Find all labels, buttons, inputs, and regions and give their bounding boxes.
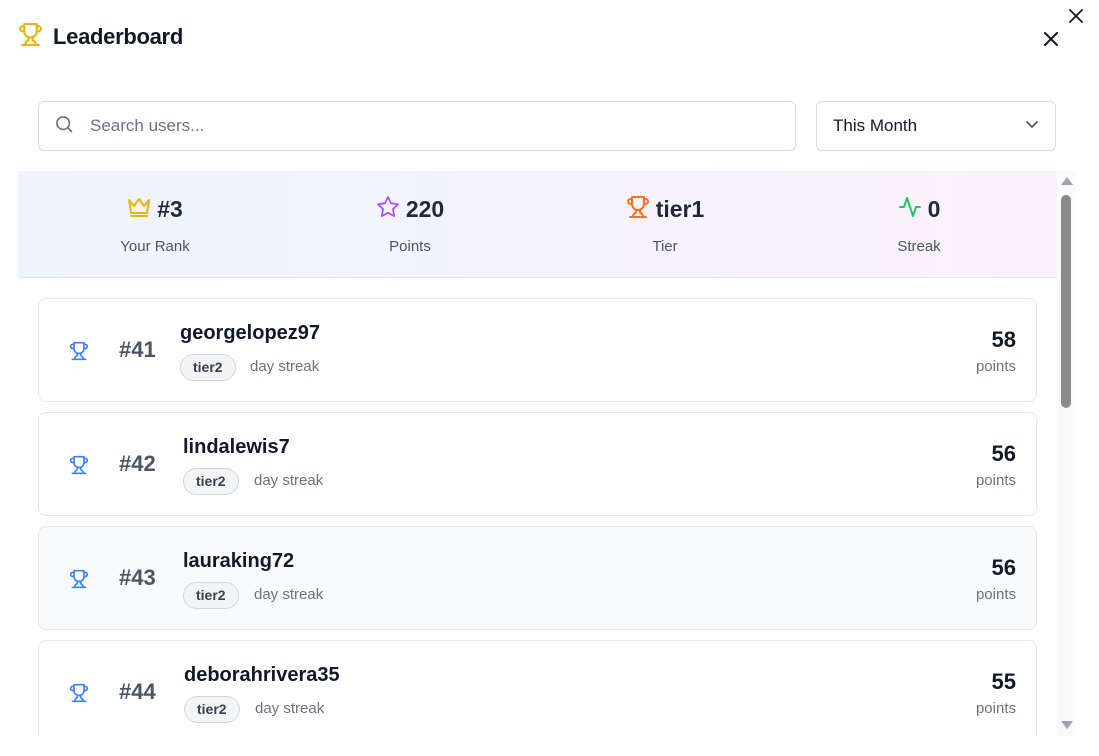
list-item[interactable]: #41 georgelopez97 tier2 day streak 58 po…	[38, 298, 1037, 402]
points-label: points	[975, 358, 1016, 375]
search-icon	[54, 114, 74, 139]
stat-streak: 0 Streak	[819, 171, 1019, 278]
stat-points-label: Points	[389, 238, 431, 255]
activity-icon	[898, 195, 922, 224]
period-select-value: This Month	[833, 116, 918, 135]
trophy-icon	[626, 195, 650, 224]
points-value: 55	[991, 669, 1016, 694]
period-select[interactable]: This Month	[816, 101, 1056, 151]
stat-rank-value: #3	[157, 196, 183, 222]
username: lindalewis7	[183, 436, 290, 458]
list-item[interactable]: #42 lindalewis7 tier2 day streak 56 poin…	[38, 412, 1037, 516]
rank-number: #41	[119, 337, 156, 362]
trophy-icon	[69, 682, 89, 704]
trophy-icon	[69, 340, 89, 362]
stat-tier: tier1 Tier	[565, 171, 765, 278]
streak-text: day streak	[255, 700, 325, 717]
rank-number: #44	[119, 679, 156, 704]
stat-tier-label: Tier	[652, 238, 678, 255]
trophy-icon	[69, 568, 89, 590]
tier-badge: tier2	[183, 582, 239, 609]
page-title: Leaderboard	[53, 24, 183, 49]
trophy-icon	[18, 22, 43, 52]
search-input[interactable]	[90, 116, 750, 136]
list-item[interactable]: #43 lauraking72 tier2 day streak 56 poin…	[38, 526, 1037, 630]
username: lauraking72	[183, 550, 295, 572]
points-label: points	[975, 586, 1016, 603]
points-value: 58	[991, 327, 1016, 352]
stat-rank-label: Your Rank	[120, 238, 190, 255]
stat-streak-label: Streak	[897, 238, 941, 255]
close-icon[interactable]	[1040, 28, 1062, 50]
streak-text: day streak	[250, 358, 320, 375]
streak-text: day streak	[254, 586, 324, 603]
scroll-thumb[interactable]	[1061, 195, 1071, 408]
search-box[interactable]	[38, 101, 796, 151]
stat-tier-value: tier1	[655, 196, 705, 222]
star-icon	[376, 195, 400, 224]
points-value: 56	[991, 555, 1016, 580]
tier-badge: tier2	[184, 696, 240, 723]
outer-close-icon[interactable]	[1066, 6, 1086, 26]
stats-bar: #3 Your Rank 220 Points tier1 Tier 0 Str…	[18, 171, 1058, 278]
stat-points-value: 220	[405, 196, 445, 222]
trophy-icon	[69, 454, 89, 476]
points-value: 56	[991, 441, 1016, 466]
scroll-down-arrow-icon[interactable]	[1061, 721, 1073, 729]
tier-badge: tier2	[180, 354, 236, 381]
streak-text: day streak	[254, 472, 324, 489]
points-label: points	[975, 700, 1016, 717]
scroll-up-arrow-icon[interactable]	[1061, 177, 1073, 185]
modal-header: Leaderboard	[18, 22, 183, 52]
chevron-down-icon	[1025, 116, 1039, 136]
username: deborahrivera35	[184, 664, 340, 686]
list-item[interactable]: #44 deborahrivera35 tier2 day streak 55 …	[38, 640, 1037, 736]
username: georgelopez97	[180, 322, 321, 344]
scrollbar[interactable]	[1057, 171, 1076, 736]
tier-badge: tier2	[183, 468, 239, 495]
rank-number: #43	[119, 565, 156, 590]
stat-points: 220 Points	[310, 171, 510, 278]
points-label: points	[975, 472, 1016, 489]
stat-rank: #3 Your Rank	[55, 171, 255, 278]
rank-number: #42	[119, 451, 156, 476]
leaderboard-list: #41 georgelopez97 tier2 day streak 58 po…	[38, 298, 1037, 736]
stat-streak-value: 0	[927, 196, 941, 222]
crown-icon	[127, 195, 151, 224]
